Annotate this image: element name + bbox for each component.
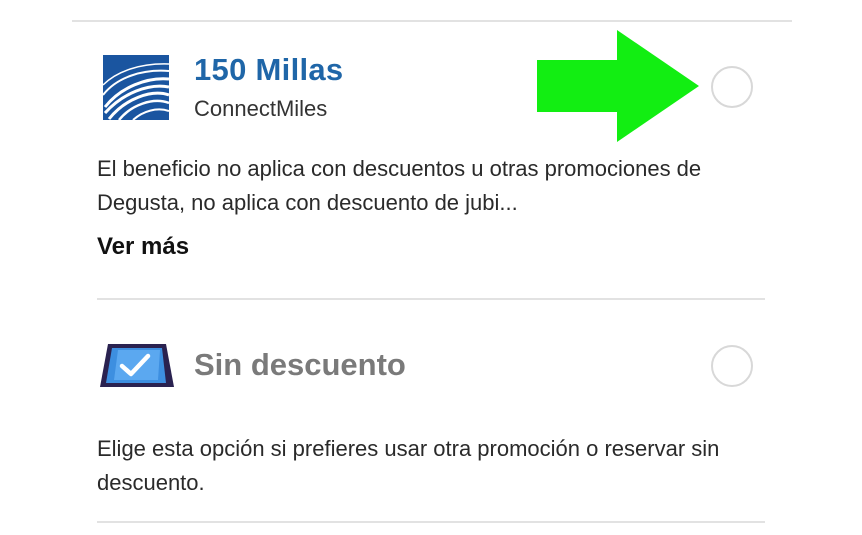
option-title: Sin descuento [194, 347, 406, 382]
top-divider [72, 20, 792, 22]
checkmark-card-icon [100, 344, 174, 387]
option-description: El beneficio no aplica con descuentos u … [97, 156, 702, 215]
option-divider [97, 521, 765, 523]
option-divider [97, 298, 765, 300]
option-description: Elige esta opción si prefieres usar otra… [97, 436, 720, 495]
option-title: 150 Millas [194, 52, 344, 87]
option-radio-connectmiles[interactable] [711, 66, 753, 108]
option-subtitle: ConnectMiles [194, 96, 328, 121]
discount-options-panel: 150 Millas ConnectMiles El beneficio no … [0, 0, 862, 535]
option-radio-no-discount[interactable] [711, 345, 753, 387]
green-arrow-icon [537, 30, 699, 142]
see-more-link[interactable]: Ver más [97, 233, 189, 261]
connectmiles-logo-icon [102, 55, 170, 121]
